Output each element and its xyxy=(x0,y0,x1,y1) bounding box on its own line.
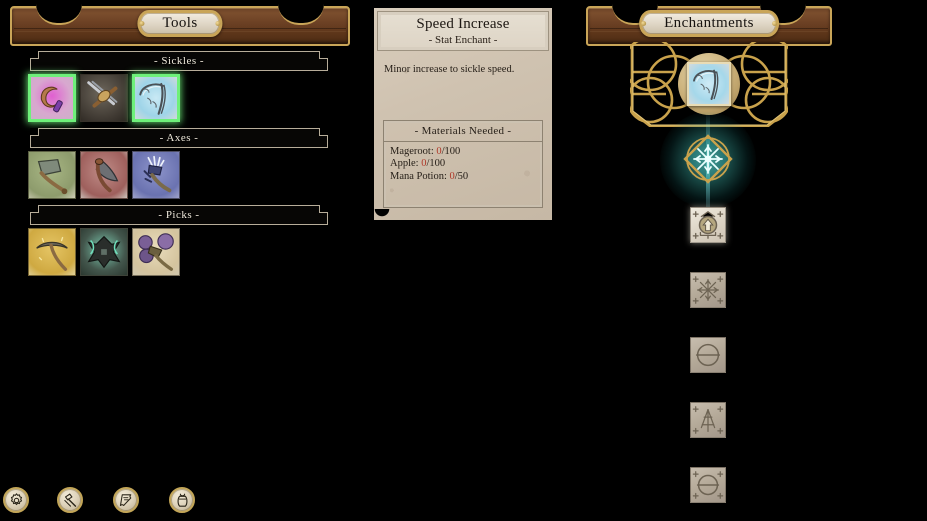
inventory-button[interactable] xyxy=(169,487,195,513)
material-need-0: /100 xyxy=(441,146,461,157)
sickle-magenta-icon xyxy=(31,77,73,119)
section-header-sickles: - Sickles - xyxy=(30,51,328,71)
axe-arcane-blue-icon xyxy=(133,152,179,198)
rune-slot-upgrade[interactable] xyxy=(690,207,726,243)
tool-tile-pick-obsidian[interactable] xyxy=(80,228,128,276)
tool-tile-axe-stone-green[interactable] xyxy=(28,151,76,199)
tile-row-sickles xyxy=(28,74,180,122)
selected-item-medallion xyxy=(678,53,740,115)
enchantments-banner: Enchantments xyxy=(586,4,832,46)
sickle-frost-vine-icon xyxy=(693,69,719,100)
material-row: Mana Potion: 0/50 xyxy=(390,171,536,183)
selected-item-icon[interactable] xyxy=(687,62,731,106)
rune-slot-arrow-anvil[interactable] xyxy=(690,402,726,438)
sickle-frost-vine-icon xyxy=(135,77,177,119)
pick-gold-icon xyxy=(29,229,75,275)
tools-banner: Tools xyxy=(10,4,350,46)
material-name-2: Mana Potion xyxy=(390,170,444,182)
sickle-iron-icon xyxy=(81,75,127,121)
tile-row-axes xyxy=(28,151,180,199)
card-title: Speed Increase xyxy=(416,16,510,32)
gear-icon xyxy=(10,492,22,505)
tool-tile-pick-amethyst[interactable] xyxy=(132,228,180,276)
tool-tile-axe-crimson[interactable] xyxy=(80,151,128,199)
card-subtitle: - Stat Enchant - xyxy=(428,34,498,46)
rune-slot-circle-line-2[interactable] xyxy=(690,467,726,503)
card-torn-edge xyxy=(374,209,552,221)
journal-button[interactable] xyxy=(113,487,139,513)
enchant-detail-card: Speed Increase - Stat Enchant - Minor in… xyxy=(374,8,552,221)
tool-tile-pick-gold[interactable] xyxy=(28,228,76,276)
axe-stone-green-icon xyxy=(29,152,75,198)
rune-slot-circle-line[interactable] xyxy=(690,337,726,373)
pick-obsidian-icon xyxy=(81,229,127,275)
tool-tile-sickle-iron[interactable] xyxy=(80,74,128,122)
hotbar xyxy=(0,479,210,521)
material-need-1: /100 xyxy=(426,158,446,170)
tool-tile-axe-arcane-blue[interactable] xyxy=(132,151,180,199)
settings-button[interactable] xyxy=(3,487,29,513)
material-row: Apple: 0/100 xyxy=(390,158,536,170)
material-name-0: Mageroot xyxy=(390,146,431,157)
section-header-picks: - Picks - xyxy=(30,205,328,225)
hammer-icon xyxy=(63,493,76,507)
pick-amethyst-icon xyxy=(133,229,179,275)
materials-list: Mageroot: 0/100 Apple: 0/100 Mana Potion… xyxy=(384,142,542,183)
enchantments-title-plaque: Enchantments xyxy=(639,10,779,37)
material-need-2: /50 xyxy=(454,170,469,182)
card-header: Speed Increase - Stat Enchant - xyxy=(377,11,549,51)
tool-tile-sickle-magenta[interactable] xyxy=(28,74,76,122)
materials-header: - Materials Needed - xyxy=(384,121,542,142)
rune-slot-starburst[interactable] xyxy=(690,272,726,308)
scroll-icon xyxy=(119,493,131,506)
materials-box: - Materials Needed - Mageroot: 0/100 App… xyxy=(383,120,543,208)
material-row: Mageroot: 0/100 xyxy=(390,146,536,158)
card-description: Minor increase to sickle speed. xyxy=(384,64,515,75)
axe-crimson-icon xyxy=(81,152,127,198)
tools-button[interactable] xyxy=(57,487,83,513)
material-name-1: Apple xyxy=(390,158,416,170)
enchant-gem[interactable] xyxy=(682,133,734,185)
tools-title-plaque: Tools xyxy=(137,10,223,37)
section-header-axes: - Axes - xyxy=(30,128,328,148)
tile-row-picks xyxy=(28,228,180,276)
pouch-icon xyxy=(177,493,187,507)
tool-tile-sickle-frost-vine[interactable] xyxy=(132,74,180,122)
